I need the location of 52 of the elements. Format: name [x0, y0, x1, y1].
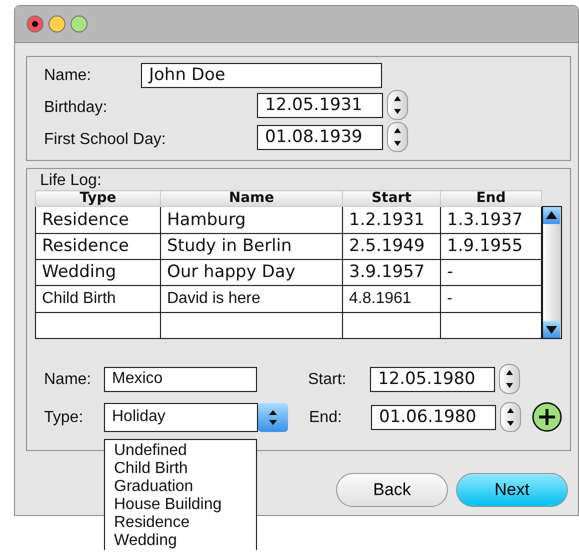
table-cell: - [440, 286, 542, 312]
back-button[interactable]: Back [336, 473, 448, 507]
table-cell: 1.2.1931 [342, 206, 440, 234]
column-header[interactable]: Start [342, 190, 440, 207]
field-label: Type: [44, 408, 84, 427]
dropdown-option[interactable]: Child Birth [114, 460, 247, 478]
dropdown-option[interactable]: Residence [114, 514, 247, 532]
stepper-button[interactable] [500, 402, 521, 432]
name-field[interactable]: John Doe [141, 63, 382, 88]
column-header[interactable]: Type [36, 190, 160, 207]
stepper-button[interactable] [499, 364, 520, 394]
column-header[interactable]: End [440, 190, 542, 207]
scrollbar[interactable] [542, 206, 562, 340]
table-cell: Our happy Day [160, 259, 342, 286]
field-label: Name: [44, 370, 92, 389]
table-cell: - [440, 259, 542, 286]
table-cell: Residence [36, 233, 160, 260]
dropdown-option[interactable]: House Building [114, 496, 247, 514]
next-button[interactable]: Next [456, 473, 568, 507]
field-label: End: [309, 408, 343, 427]
scroll-down-button[interactable] [543, 321, 560, 338]
birthday-field[interactable]: 12.05.1931 [257, 92, 383, 118]
column-header[interactable]: Name [160, 190, 342, 207]
table-cell: Child Birth [36, 286, 160, 312]
panel-title: Life Log: [40, 171, 102, 190]
dropdown-option[interactable]: Wedding [114, 532, 247, 550]
end-date-field[interactable]: 01.06.1980 [371, 404, 496, 430]
table-cell: David is here [160, 286, 342, 312]
field-label: Start: [308, 370, 348, 389]
table-cell: 4.8.1961 [342, 286, 440, 312]
table-cell: 2.5.1949 [342, 233, 440, 260]
dropdown-option[interactable]: Graduation [114, 478, 247, 496]
table-cell: Residence [36, 206, 160, 234]
field-label: First School Day: [44, 130, 167, 150]
start-date-field[interactable]: 12.05.1980 [370, 366, 495, 392]
table-cell: 3.9.1957 [342, 259, 440, 286]
scroll-up-button[interactable] [543, 207, 560, 224]
table-cell: 1.9.1955 [440, 233, 542, 260]
table-cell: Hamburg [160, 206, 342, 234]
stepper-button[interactable] [387, 122, 408, 152]
table-cell: 1.3.1937 [440, 206, 542, 234]
table-cell: Study in Berlin [160, 233, 342, 260]
close-button[interactable] [26, 15, 44, 33]
add-button[interactable] [532, 402, 562, 432]
zoom-button[interactable] [70, 15, 88, 33]
table-cell: Wedding [36, 259, 160, 286]
field-label: Birthday: [44, 98, 108, 118]
name-field[interactable]: Mexico [104, 366, 257, 392]
date-field[interactable]: 01.08.1939 [257, 124, 383, 150]
field-label: Name: [44, 66, 92, 86]
dropdown-option[interactable]: Undefined [114, 442, 247, 460]
stepper-button[interactable] [387, 90, 408, 120]
